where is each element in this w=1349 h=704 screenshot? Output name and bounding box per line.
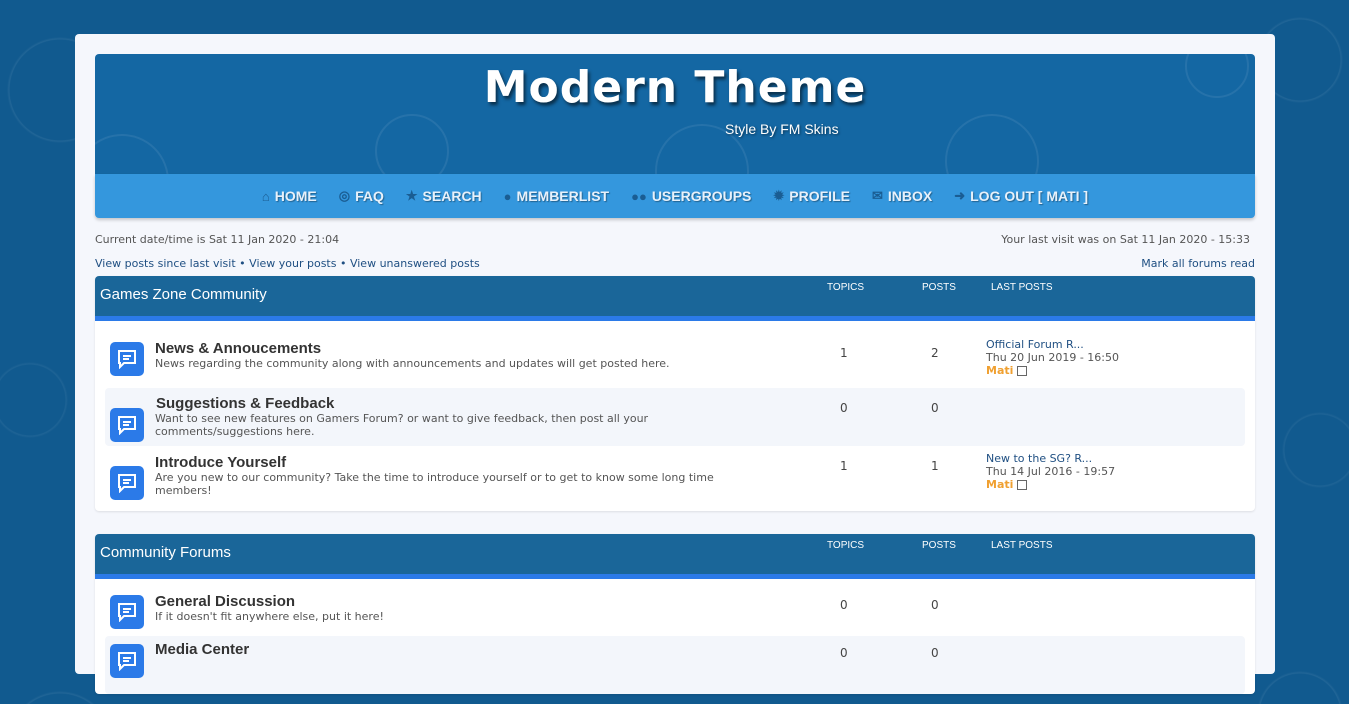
nav-search[interactable]: ★ SEARCH	[406, 188, 482, 204]
site-title[interactable]: Modern Theme	[95, 62, 1255, 113]
current-time: Current date/time is Sat 11 Jan 2020 - 2…	[95, 233, 340, 246]
envelope-icon: ✉	[871, 188, 883, 203]
category-games-zone: Games Zone Community TOPICS POSTS LAST P…	[95, 276, 1255, 511]
topics-count: 0	[840, 646, 848, 660]
last-post: Official Forum R... Thu 20 Jun 2019 - 16…	[986, 338, 1119, 377]
goto-post-icon[interactable]	[1017, 366, 1028, 376]
logout-icon: ➜	[954, 188, 966, 203]
posts-count: 0	[931, 646, 939, 660]
view-your-posts-link[interactable]: View your posts	[249, 257, 336, 270]
posts-count: 1	[931, 459, 939, 473]
gear-icon: ✹	[773, 188, 785, 203]
separator: •	[235, 257, 250, 270]
forum-description: If it doesn't fit anywhere else, put it …	[155, 610, 384, 623]
forum-description: News regarding the community along with …	[155, 357, 670, 370]
nav-inbox[interactable]: ✉ INBOX	[872, 188, 932, 204]
nav-label: LOG OUT [ MATI ]	[970, 188, 1089, 204]
topics-count: 1	[840, 459, 848, 473]
col-last-posts: LAST POSTS	[991, 282, 1053, 293]
category-community-forums: Community Forums TOPICS POSTS LAST POSTS…	[95, 534, 1255, 694]
forum-name[interactable]: Introduce Yourself	[155, 454, 286, 471]
forum-description: Want to see new features on Gamers Forum…	[155, 412, 649, 438]
nav-label: FAQ	[355, 188, 384, 204]
last-post-user[interactable]: Mati	[986, 478, 1013, 491]
nav-logout[interactable]: ➜ LOG OUT [ MATI ]	[954, 188, 1088, 204]
forum-icon	[110, 644, 144, 678]
forum-icon	[110, 408, 144, 442]
view-posts-since-link[interactable]: View posts since last visit	[95, 257, 236, 270]
col-topics: TOPICS	[827, 282, 865, 293]
home-icon: ⌂	[261, 188, 270, 204]
category-header: Games Zone Community TOPICS POSTS LAST P…	[95, 276, 1255, 321]
user-icon: ●	[503, 188, 512, 204]
category-title[interactable]: Community Forums	[100, 544, 231, 561]
users-icon: ●●	[631, 188, 647, 204]
last-post: New to the SG? R... Thu 14 Jul 2016 - 19…	[986, 452, 1115, 491]
site-subtitle: Style By FM Skins	[725, 121, 839, 137]
last-post-date: Thu 14 Jul 2016 - 19:57	[986, 465, 1116, 478]
category-title[interactable]: Games Zone Community	[100, 286, 267, 303]
site-header: Modern Theme Style By FM Skins	[95, 54, 1255, 174]
nav-usergroups[interactable]: ●● USERGROUPS	[631, 188, 751, 204]
nav-label: PROFILE	[789, 188, 850, 204]
posts-count: 0	[931, 598, 939, 612]
mark-read-wrap: Mark all forums read	[1141, 257, 1255, 270]
view-unanswered-link[interactable]: View unanswered posts	[350, 257, 480, 270]
mark-forums-read-link[interactable]: Mark all forums read	[1141, 257, 1255, 270]
page-container: Modern Theme Style By FM Skins ⌂ HOME ◎ FA…	[75, 34, 1275, 694]
nav-memberlist[interactable]: ● MEMBERLIST	[504, 188, 609, 204]
last-post-user[interactable]: Mati	[986, 364, 1013, 377]
forum-row: Introduce Yourself Are you new to our co…	[105, 446, 1245, 501]
star-icon: ★	[405, 188, 418, 203]
forum-name[interactable]: General Discussion	[155, 593, 295, 610]
forum-name[interactable]: Suggestions & Feedback	[156, 395, 334, 412]
col-posts: POSTS	[922, 540, 956, 551]
topics-count: 0	[840, 598, 848, 612]
last-post-title[interactable]: New to the SG? R...	[986, 452, 1092, 465]
col-posts: POSTS	[922, 282, 956, 293]
nav-label: MEMBERLIST	[516, 188, 610, 204]
nav-label: HOME	[274, 188, 317, 204]
forum-description: Are you new to our community? Take the t…	[155, 471, 714, 497]
forum-icon	[110, 595, 144, 629]
topics-count: 0	[840, 401, 848, 415]
posts-count: 2	[931, 346, 939, 360]
goto-post-icon[interactable]	[1017, 480, 1028, 490]
col-topics: TOPICS	[827, 540, 865, 551]
last-post-title[interactable]: Official Forum R...	[986, 338, 1084, 351]
nav-label: SEARCH	[422, 188, 482, 204]
nav-faq[interactable]: ◎ FAQ	[339, 188, 384, 204]
forum-row: Suggestions & Feedback Want to see new f…	[105, 388, 1245, 446]
forum-name[interactable]: News & Annoucements	[155, 340, 321, 357]
posts-count: 0	[931, 401, 939, 415]
main-nav: ⌂ HOME ◎ FAQ ★ SEARCH ● MEMBERLIST ●● USERGRO…	[95, 174, 1255, 218]
last-visit: Your last visit was on Sat 11 Jan 2020 -…	[1001, 233, 1250, 246]
separator: •	[336, 257, 350, 270]
lifebuoy-icon: ◎	[338, 188, 351, 203]
nav-label: USERGROUPS	[651, 188, 752, 204]
nav-label: INBOX	[887, 188, 933, 204]
forum-icon	[110, 466, 144, 500]
nav-home[interactable]: ⌂ HOME	[262, 188, 317, 204]
forum-row: News & Annoucements News regarding the c…	[105, 333, 1245, 388]
forum-name[interactable]: Media Center	[155, 641, 249, 658]
forum-row: General Discussion If it doesn't fit any…	[105, 591, 1245, 636]
topics-count: 1	[840, 346, 848, 360]
forum-icon	[110, 342, 144, 376]
category-header: Community Forums TOPICS POSTS LAST POSTS	[95, 534, 1255, 579]
col-last-posts: LAST POSTS	[991, 540, 1053, 551]
forum-row: Media Center 0 0	[105, 636, 1245, 694]
last-post-date: Thu 20 Jun 2019 - 16:50	[986, 351, 1119, 364]
nav-profile[interactable]: ✹ PROFILE	[773, 188, 850, 204]
quick-links: View posts since last visit • View your …	[95, 257, 480, 270]
